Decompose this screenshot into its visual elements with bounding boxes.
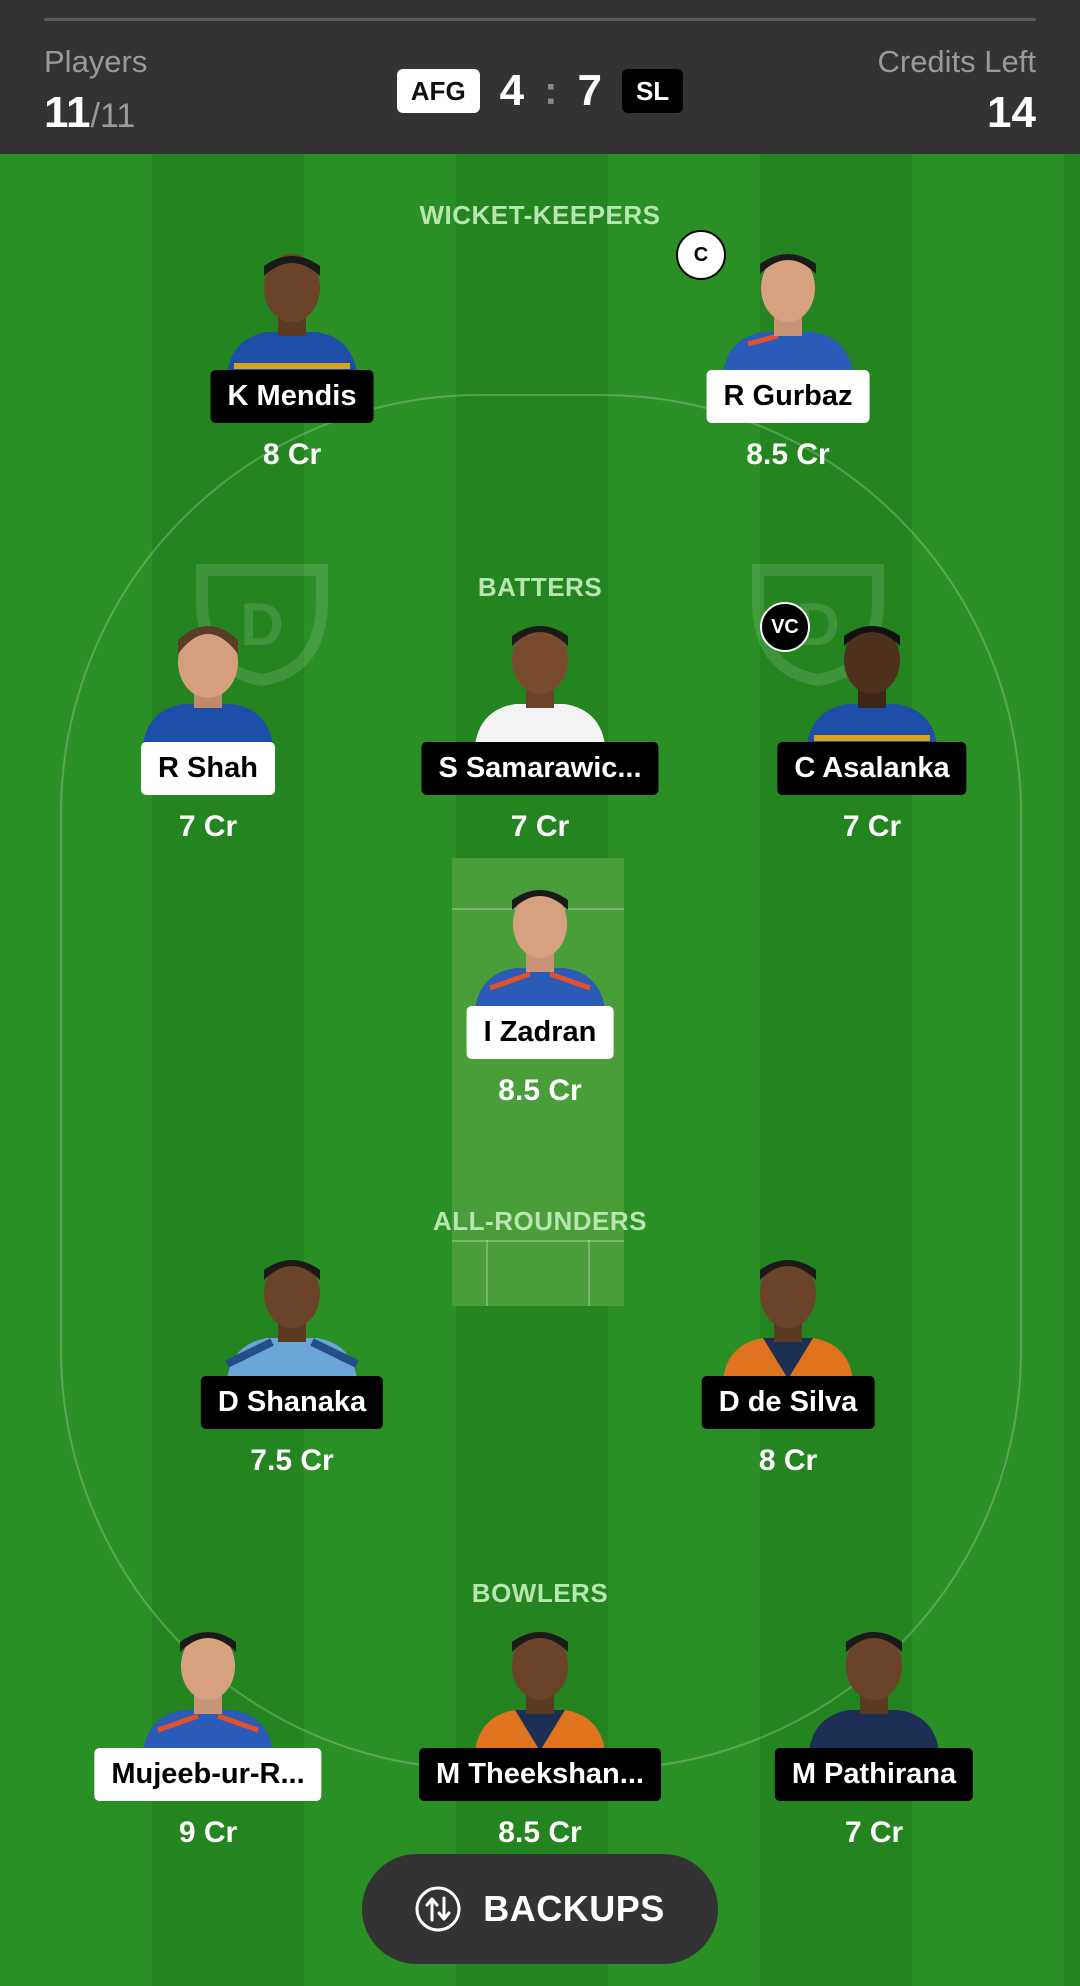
player-credits: 7 Cr — [844, 1816, 904, 1849]
credits-left-label: Credits Left — [877, 44, 1036, 79]
player-name: M Pathirana — [774, 1748, 974, 1801]
captain-badge: C — [676, 230, 726, 280]
player-name: C Asalanka — [777, 742, 967, 795]
player-credits: 8.5 Cr — [498, 1074, 582, 1107]
player-credits: 7 Cr — [178, 810, 238, 843]
player-card[interactable]: I Zadran 8.5 Cr — [410, 884, 670, 1114]
crease-line — [588, 1240, 590, 1306]
vice-captain-badge: VC — [760, 602, 810, 652]
player-avatar — [143, 1632, 273, 1751]
player-avatar — [475, 626, 605, 745]
player-credits: 7 Cr — [842, 810, 902, 843]
player-card[interactable]: D Shanaka 7.5 Cr — [162, 1254, 422, 1484]
player-name: R Shah — [141, 742, 275, 795]
player-card[interactable]: Mujeeb-ur-R... 9 Cr — [78, 1626, 338, 1856]
player-name: D de Silva — [701, 1376, 875, 1429]
player-card[interactable]: C Asalanka 7 Cr VC — [742, 602, 1002, 850]
team-preview: Players 11/11 AFG 4 : 7 SL Credits Left … — [0, 0, 1080, 1986]
player-avatar — [143, 626, 273, 745]
player-card[interactable]: M Pathirana 7 Cr — [744, 1626, 1004, 1856]
swap-icon — [415, 1886, 461, 1932]
player-credits: 8.5 Cr — [746, 438, 830, 471]
player-credits: 8 Cr — [262, 438, 322, 471]
player-card[interactable]: R Gurbaz 8.5 Cr C — [658, 230, 918, 478]
backups-button[interactable]: BACKUPS — [362, 1854, 718, 1964]
player-avatar — [807, 626, 937, 745]
crease-line — [452, 1240, 624, 1242]
player-card[interactable]: D de Silva 8 Cr — [658, 1254, 918, 1484]
backups-label: BACKUPS — [483, 1888, 665, 1929]
player-name: K Mendis — [210, 370, 374, 423]
section-all-rounders: ALL-ROUNDERS — [433, 1206, 647, 1236]
player-credits: 7 Cr — [510, 810, 570, 843]
player-name: I Zadran — [466, 1006, 614, 1059]
player-name: S Samarawic... — [421, 742, 659, 795]
player-avatar — [225, 1260, 359, 1379]
team-badge-afg: AFG — [396, 69, 480, 113]
player-avatar — [475, 1632, 605, 1751]
drag-handle[interactable] — [44, 18, 1036, 21]
player-card[interactable]: R Shah 7 Cr — [78, 620, 338, 850]
player-credits: 9 Cr — [178, 1816, 238, 1849]
credits-left-value: 14 — [987, 88, 1036, 137]
section-batters: BATTERS — [477, 572, 603, 602]
player-credits: 8 Cr — [758, 1444, 818, 1477]
cricket-field: D D WICKET-KEEPERS BATTERS ALL-ROUNDERS … — [0, 154, 1080, 1986]
score-separator: : — [544, 68, 558, 113]
team-badge-sl: SL — [621, 69, 684, 113]
player-avatar — [809, 1632, 939, 1751]
section-wicket-keepers: WICKET-KEEPERS — [419, 200, 661, 230]
player-avatar — [723, 254, 853, 373]
crease-line — [486, 1240, 488, 1306]
player-credits: 8.5 Cr — [498, 1816, 582, 1849]
player-name: M Theekshan... — [419, 1748, 661, 1801]
team2-count: 7 — [577, 66, 602, 115]
header-bar: Players 11/11 AFG 4 : 7 SL Credits Left … — [0, 0, 1080, 154]
player-card[interactable]: S Samarawic... 7 Cr — [410, 620, 670, 850]
player-card[interactable]: M Theekshan... 8.5 Cr — [410, 1626, 670, 1856]
player-avatar — [227, 254, 357, 373]
player-name: Mujeeb-ur-R... — [94, 1748, 322, 1801]
player-avatar — [723, 1260, 853, 1379]
player-credits: 7.5 Cr — [250, 1444, 334, 1477]
section-bowlers: BOWLERS — [471, 1578, 609, 1608]
player-name: D Shanaka — [200, 1376, 384, 1429]
player-name: R Gurbaz — [706, 370, 870, 423]
team1-count: 4 — [499, 66, 525, 115]
player-avatar — [475, 890, 605, 1009]
player-card[interactable]: K Mendis 8 Cr — [162, 248, 422, 478]
